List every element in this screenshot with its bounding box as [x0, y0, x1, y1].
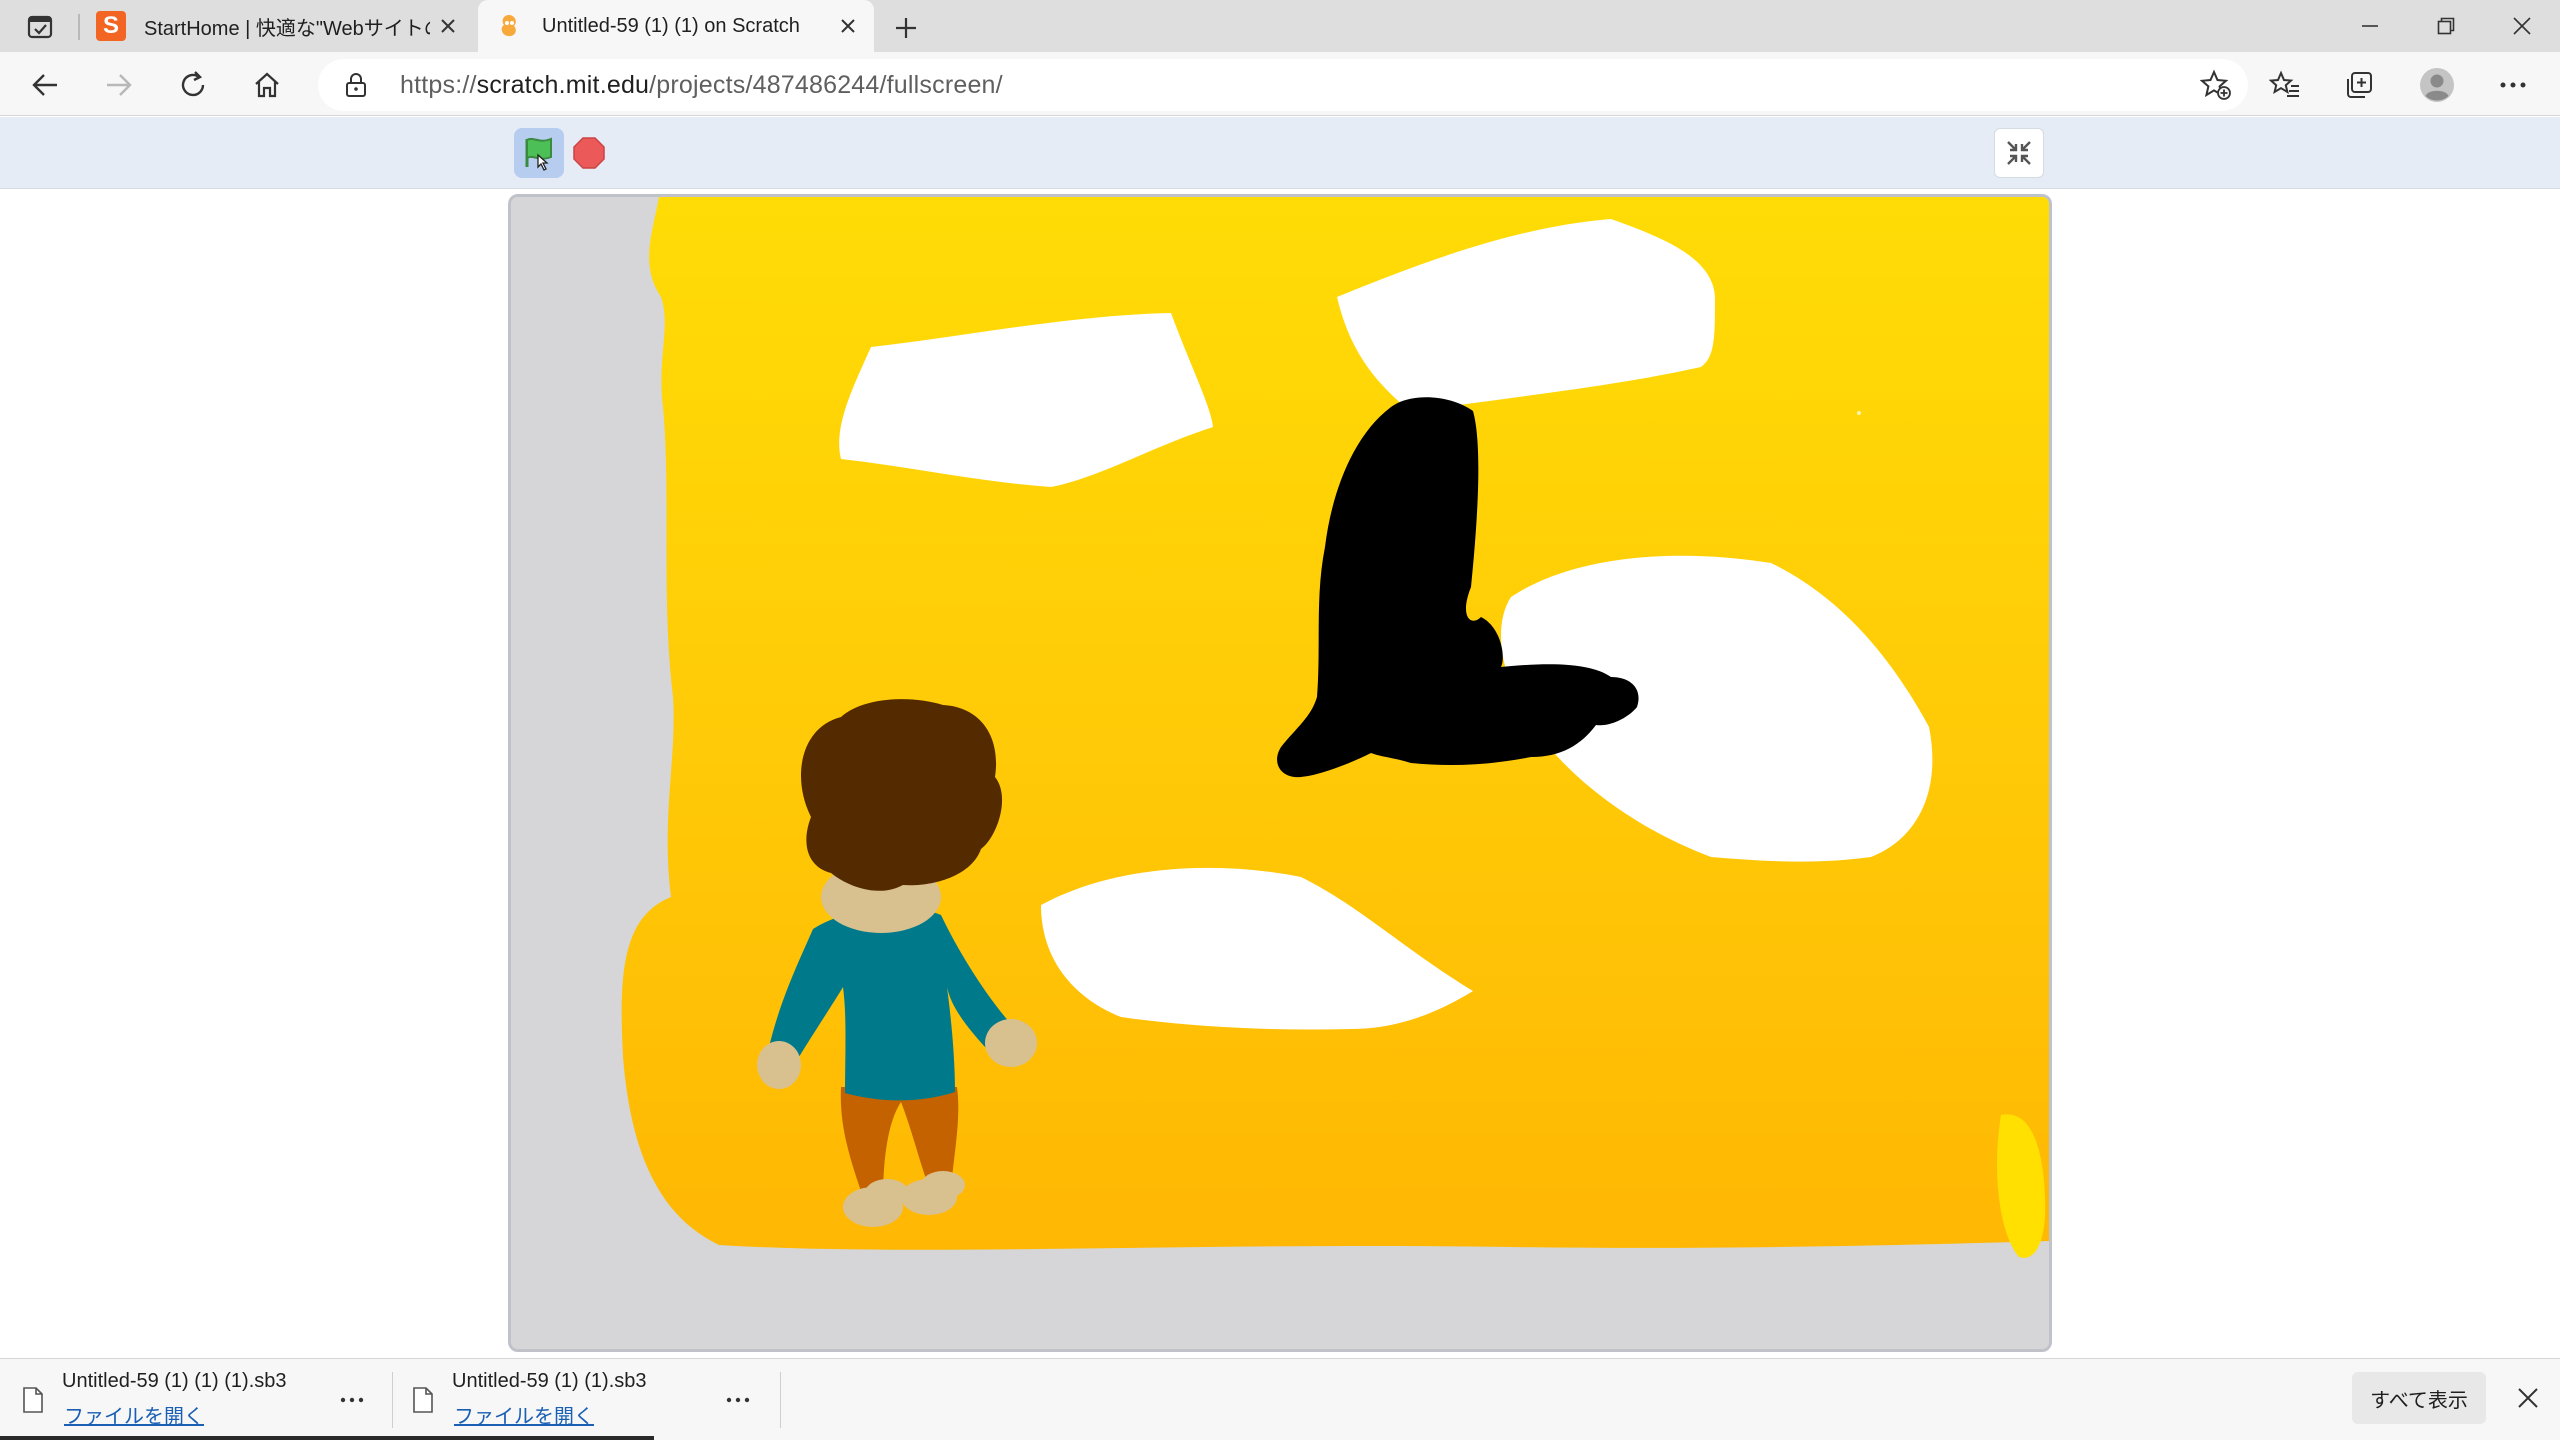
stop-button[interactable]	[564, 128, 614, 178]
more-icon	[2500, 82, 2526, 88]
window-close-button[interactable]	[2484, 0, 2560, 52]
scratch-favicon-icon	[494, 11, 524, 41]
tab-scratch-project[interactable]: Untitled-59 (1) (1) on Scratch	[478, 0, 874, 52]
exit-fullscreen-button[interactable]	[1994, 128, 2044, 178]
home-icon	[255, 72, 279, 98]
download-filename: Untitled-59 (1) (1) (1).sb3	[62, 1370, 287, 1392]
favorites-button[interactable]	[2262, 62, 2308, 108]
restore-button[interactable]	[2408, 0, 2484, 52]
minimize-icon	[2362, 25, 2378, 27]
refresh-button[interactable]	[170, 62, 216, 108]
file-icon	[22, 1386, 44, 1414]
download-more-button[interactable]	[718, 1380, 758, 1420]
show-all-downloads-button[interactable]: すべて表示	[2352, 1372, 2486, 1424]
profile-icon	[2420, 68, 2454, 102]
collections-button[interactable]	[2336, 62, 2382, 108]
new-tab-button[interactable]	[886, 8, 926, 48]
more-options-button[interactable]	[2490, 62, 2536, 108]
address-bar[interactable]: https://scratch.mit.edu/projects/4874862…	[318, 59, 2248, 111]
download-item[interactable]: Untitled-59 (1) (1).sb3 ファイルを開く	[390, 1358, 780, 1440]
close-icon[interactable]	[830, 8, 866, 44]
download-filename: Untitled-59 (1) (1).sb3	[452, 1370, 647, 1392]
back-arrow-icon	[32, 74, 57, 96]
forward-button[interactable]	[96, 62, 142, 108]
more-icon	[726, 1397, 750, 1403]
restore-icon	[2437, 17, 2455, 35]
download-separator	[780, 1372, 781, 1428]
close-icon	[2513, 17, 2531, 35]
forward-arrow-icon	[107, 74, 132, 96]
close-icon[interactable]	[430, 8, 466, 44]
open-file-link[interactable]: ファイルを開く	[64, 1400, 204, 1429]
scratch-stage[interactable]	[508, 194, 2052, 1352]
green-flag-icon	[525, 137, 552, 171]
back-button[interactable]	[22, 62, 68, 108]
stop-icon	[573, 137, 605, 169]
green-flag-button[interactable]	[514, 128, 564, 178]
download-more-button[interactable]	[332, 1380, 372, 1420]
plus-icon	[896, 18, 916, 38]
refresh-icon	[181, 71, 205, 97]
download-bar-bottom-line	[0, 1436, 654, 1440]
exit-fullscreen-icon	[2007, 141, 2031, 165]
url-text[interactable]: https://scratch.mit.edu/projects/4874862…	[400, 71, 1003, 100]
more-icon	[340, 1397, 364, 1403]
lock-icon[interactable]	[336, 65, 376, 105]
open-file-link[interactable]: ファイルを開く	[454, 1400, 594, 1429]
download-bar-close-button[interactable]	[2506, 1376, 2550, 1420]
starthome-favicon-icon: S	[96, 11, 126, 41]
home-button[interactable]	[244, 62, 290, 108]
download-item[interactable]: Untitled-59 (1) (1) (1).sb3 ファイルを開く	[0, 1358, 390, 1440]
tab-starthome[interactable]: S StartHome | 快適な"Webサイトの入口"	[80, 0, 474, 52]
collections-icon	[2347, 72, 2372, 98]
tab-actions-icon[interactable]	[24, 12, 56, 42]
tab-title: StartHome | 快適な"Webサイトの入口"	[144, 17, 430, 40]
profile-button[interactable]	[2414, 62, 2460, 108]
star-add-icon[interactable]	[2196, 65, 2236, 105]
file-icon	[412, 1386, 434, 1414]
close-icon	[2518, 1388, 2538, 1408]
tab-title: Untitled-59 (1) (1) on Scratch	[542, 14, 800, 37]
favorites-icon	[2269, 70, 2299, 97]
minimize-button[interactable]	[2332, 0, 2408, 52]
scratch-controls-bar	[0, 117, 2560, 189]
